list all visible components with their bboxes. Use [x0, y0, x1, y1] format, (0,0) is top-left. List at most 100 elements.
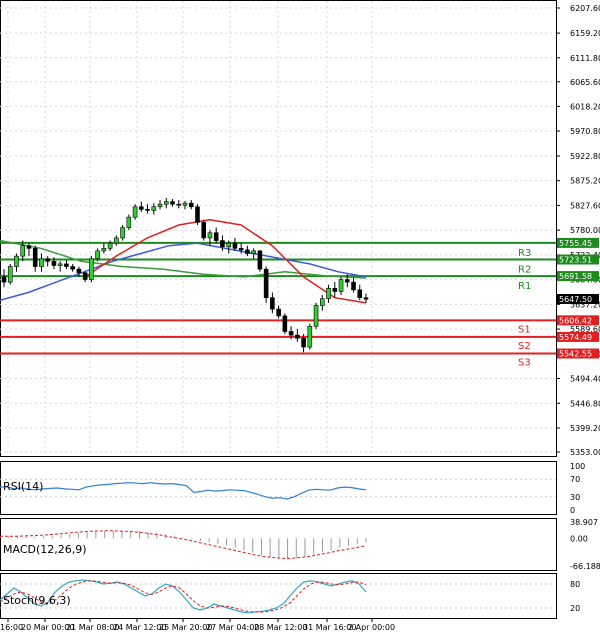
price-tick-label: 5827.60 [570, 201, 600, 210]
price-tick-label: 5780.00 [570, 226, 600, 235]
current-price-label: 5647.50 [559, 295, 592, 304]
time-tick-label: 28 Mar 12:00 [254, 623, 307, 632]
candle-body [163, 201, 169, 205]
candle-body [263, 268, 269, 298]
candle-body [139, 206, 144, 210]
candle-body [251, 250, 256, 254]
candle-body [51, 261, 57, 266]
candle-body [64, 263, 69, 267]
pivot-value-label: 5606.42 [559, 316, 592, 325]
candle-body [20, 245, 26, 257]
price-tick-label: 5922.80 [570, 152, 600, 161]
candle-body [207, 232, 213, 239]
pivot-value-label: 5755.45 [559, 239, 592, 248]
time-axis: 16:0020 Mar 00:0021 Mar 08:0024 Mar 12:0… [0, 618, 395, 632]
rsi-label: RSI(14) [3, 480, 43, 493]
candle-body [76, 268, 82, 274]
stoch-tick-label: 20 [570, 604, 580, 613]
macd-axis: 38.907 0.00 -66.188 [570, 518, 600, 571]
candle-body [32, 248, 38, 267]
stoch-tick-label: 80 [570, 580, 580, 589]
candle-body [344, 279, 350, 283]
candle-body [238, 248, 244, 251]
pivot-name-s1: S1 [518, 324, 531, 335]
candle-body [320, 298, 325, 306]
candle-body [357, 289, 363, 298]
candle-body [14, 255, 19, 267]
candle-body [39, 258, 44, 267]
candle-body [220, 240, 225, 248]
candle-body [57, 263, 63, 266]
time-tick-label: 27 Mar 04:00 [206, 623, 259, 632]
candle-body [182, 202, 188, 206]
candle-body [332, 288, 338, 292]
macd-tick-label: 0.00 [570, 534, 588, 543]
pivot-value-label: 5542.55 [559, 350, 592, 359]
price-tick-label: 5353.00 [570, 448, 600, 457]
price-tick-label: 5494.40 [570, 375, 600, 384]
trading-chart[interactable]: 6207.60 6159.20 6111.80 6065.60 6018.20 5970.… [0, 0, 600, 634]
candle-body [157, 203, 163, 208]
candle-body [82, 272, 88, 280]
candle-body [338, 279, 344, 292]
candle-body [89, 258, 94, 280]
time-tick-label: 21 Mar 08:00 [66, 623, 119, 632]
pivot-value-label: 5691.58 [559, 272, 592, 281]
price-tick-label: 6111.80 [570, 54, 600, 63]
candle-body [126, 216, 132, 228]
candle-body [145, 209, 150, 211]
candle-body [176, 203, 182, 206]
candle-body [95, 250, 100, 260]
price-tick-label: 5875.20 [570, 177, 600, 186]
candle-body [276, 308, 281, 317]
pivot-value-label: 5723.51 [559, 256, 592, 265]
rsi-tick-label: 100 [570, 462, 585, 471]
candle-body [201, 222, 207, 239]
candle-body [195, 206, 200, 223]
price-tick-label: 6018.20 [570, 102, 600, 111]
rsi-axis: 100 70 30 0 [570, 462, 585, 515]
price-tick-label: 5399.20 [570, 424, 600, 433]
candle-body [282, 315, 288, 332]
candle-body [132, 206, 138, 218]
pivot-name-r2: R2 [518, 265, 531, 276]
price-tick-label: 6159.20 [570, 29, 600, 38]
main-panel [0, 0, 557, 457]
candle-body [70, 266, 75, 270]
candle-body [114, 237, 119, 244]
macd-tick-label: -66.188 [570, 562, 600, 571]
candle-body [1, 276, 7, 283]
price-tick-label: 5970.80 [570, 127, 600, 136]
pivot-name-s3: S3 [518, 358, 531, 369]
time-tick-label: 25 Mar 20:00 [159, 623, 212, 632]
candle-body [213, 232, 219, 241]
candle-body [307, 325, 313, 348]
pivot-name-r1: R1 [518, 281, 531, 292]
price-tick-label: 6207.60 [570, 4, 600, 13]
candle-body [288, 331, 294, 336]
price-tick-label: 5446.80 [570, 399, 600, 408]
candle-body [188, 202, 194, 208]
candle-body [170, 201, 175, 205]
macd-label: MACD(12,26,9) [3, 543, 87, 556]
candle-body [7, 266, 13, 283]
macd-tick-label: 38.907 [570, 518, 598, 527]
candle-body [363, 297, 369, 300]
candle-body [270, 297, 275, 310]
price-axis: 6207.60 6159.20 6111.80 6065.60 6018.20 5970.… [556, 4, 600, 457]
candle-body [120, 227, 125, 239]
pivot-name-r3: R3 [518, 248, 531, 259]
pivot-name-s2: S2 [518, 341, 531, 352]
candle-body [45, 258, 50, 262]
candle-body [101, 248, 107, 252]
candle-body [326, 288, 331, 300]
candle-body [226, 242, 231, 248]
candle-body [245, 249, 250, 254]
candle-body [313, 305, 319, 327]
candle-body [151, 206, 157, 211]
rsi-tick-label: 70 [570, 475, 580, 484]
candle-body [26, 245, 32, 249]
candle-body [232, 242, 238, 249]
candle-body [107, 242, 113, 249]
stoch-axis: 80 20 [570, 580, 580, 613]
